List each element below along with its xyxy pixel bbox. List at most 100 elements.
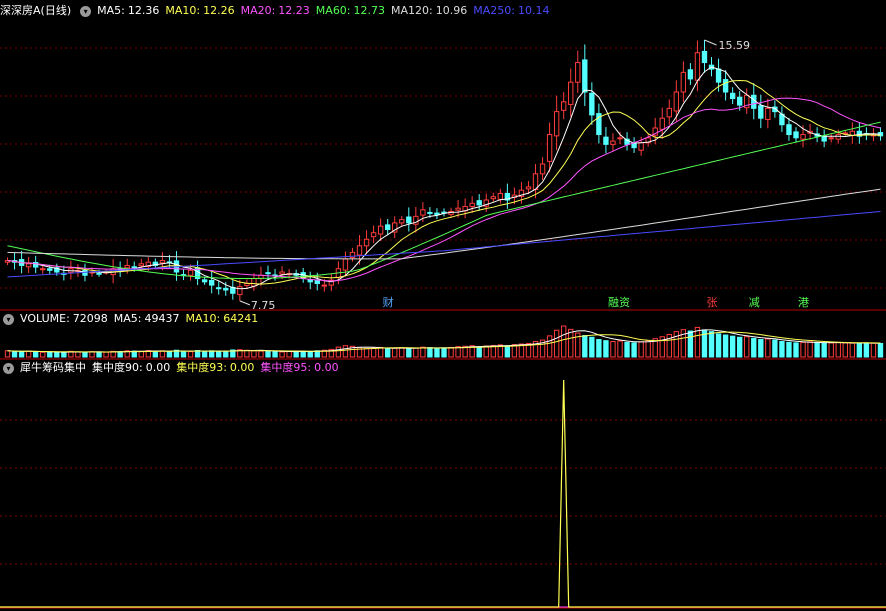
- volume-bar: [744, 336, 750, 358]
- candle-body: [363, 238, 370, 247]
- candle-body: [223, 287, 229, 291]
- volume-bar: [187, 351, 194, 358]
- volume-bar: [617, 340, 623, 358]
- low-annotation-arrow: [239, 300, 251, 306]
- candle-body: [237, 286, 243, 296]
- candle-body: [265, 272, 271, 275]
- volume-bar: [715, 333, 722, 358]
- candle-body: [835, 134, 841, 140]
- candle-body: [793, 131, 799, 139]
- stock-chart[interactable]: 15.597.75 财融资张减港: [0, 0, 886, 611]
- volume-bar: [180, 350, 187, 358]
- candle-body: [131, 266, 137, 269]
- volume-bar: [406, 348, 412, 358]
- volume-bar: [54, 351, 60, 358]
- volume-bar: [786, 341, 792, 358]
- volume-bar: [201, 350, 208, 358]
- candle-body: [758, 105, 764, 119]
- volume-bar: [40, 351, 46, 358]
- collapse-icon[interactable]: ▾: [3, 313, 14, 325]
- collapse-icon[interactable]: ▾: [3, 362, 14, 374]
- period-label: (日线): [40, 4, 72, 17]
- volume-bar: [610, 341, 616, 358]
- candle-body: [546, 134, 553, 162]
- concentration-93-line: [0, 379, 886, 608]
- ma60-legend: MA60: 12.73: [315, 4, 386, 17]
- collapse-icon[interactable]: ▾: [80, 5, 92, 17]
- candle-body: [476, 200, 482, 206]
- high-annotation-arrow: [704, 39, 717, 46]
- candle-body: [208, 280, 215, 286]
- volume-bar: [779, 341, 785, 358]
- volume-bar: [596, 339, 602, 358]
- volume-bar: [765, 338, 771, 358]
- ma5-legend: MA5: 12.36: [97, 4, 160, 17]
- candle-body: [666, 107, 672, 118]
- volume-bar: [61, 351, 67, 358]
- ma20-legend: MA20: 12.23: [240, 4, 310, 17]
- volume-bar: [208, 350, 215, 358]
- candle-body: [680, 71, 687, 93]
- volume-bar: [279, 351, 285, 358]
- volume-bar: [82, 351, 88, 358]
- ma120-line: [7, 188, 881, 260]
- volume-bar: [342, 345, 349, 358]
- volume-bar: [434, 347, 440, 358]
- volume-bar: [568, 328, 574, 358]
- candle-body: [582, 59, 588, 93]
- volume-bar: [413, 347, 419, 358]
- volume-bar: [546, 335, 553, 358]
- volume-bar: [807, 341, 813, 358]
- volume-bar: [828, 342, 834, 358]
- candle-body: [370, 232, 377, 238]
- volume-bar: [370, 347, 377, 358]
- event-marker: 港: [798, 296, 809, 309]
- candle-body: [490, 196, 496, 200]
- volume-bar: [96, 351, 102, 358]
- volume-bar: [729, 335, 736, 358]
- ma60-line: [7, 121, 881, 279]
- volume-bar: [265, 350, 271, 358]
- volume-bar: [821, 342, 827, 358]
- candle-body: [138, 263, 144, 267]
- volume-bar: [307, 350, 313, 358]
- volume-bar: [800, 341, 806, 358]
- candle-body: [251, 278, 257, 287]
- volume-bar: [483, 345, 489, 358]
- candle-body: [821, 135, 827, 142]
- candle-body: [420, 209, 426, 216]
- stock-name: 深深房A: [0, 4, 41, 17]
- candle-body: [216, 287, 222, 290]
- volume-bar: [877, 342, 884, 358]
- candle-body: [631, 142, 637, 149]
- candle-body: [568, 81, 574, 105]
- indicator-name: 犀牛筹码集中: [20, 361, 86, 374]
- candle-body: [603, 136, 609, 145]
- candle-body: [497, 192, 504, 200]
- candle-body: [722, 79, 729, 93]
- candle-body: [736, 96, 743, 106]
- candle-body: [342, 258, 349, 271]
- event-marker: 张: [707, 296, 718, 309]
- volume-bar: [251, 350, 257, 358]
- volume-bar: [103, 351, 109, 358]
- volume-bar: [420, 346, 426, 358]
- candle-body: [406, 216, 412, 224]
- volume-bar: [553, 329, 560, 358]
- volume-bar: [631, 342, 637, 358]
- volume-bar: [560, 325, 567, 358]
- event-marker: 财: [383, 295, 394, 309]
- candle-body: [469, 202, 475, 208]
- volume-bar: [286, 350, 292, 358]
- volume-bar: [856, 342, 863, 358]
- volume-bar: [335, 346, 342, 358]
- candle-body: [659, 117, 665, 130]
- volume-bar: [835, 341, 841, 358]
- candle-body: [560, 101, 567, 111]
- volume-bar: [258, 350, 264, 358]
- candle-body: [384, 224, 391, 230]
- candle-body: [40, 268, 46, 271]
- volume-bar: [216, 350, 222, 358]
- candle-body: [638, 142, 644, 151]
- volume-bar: [793, 342, 799, 358]
